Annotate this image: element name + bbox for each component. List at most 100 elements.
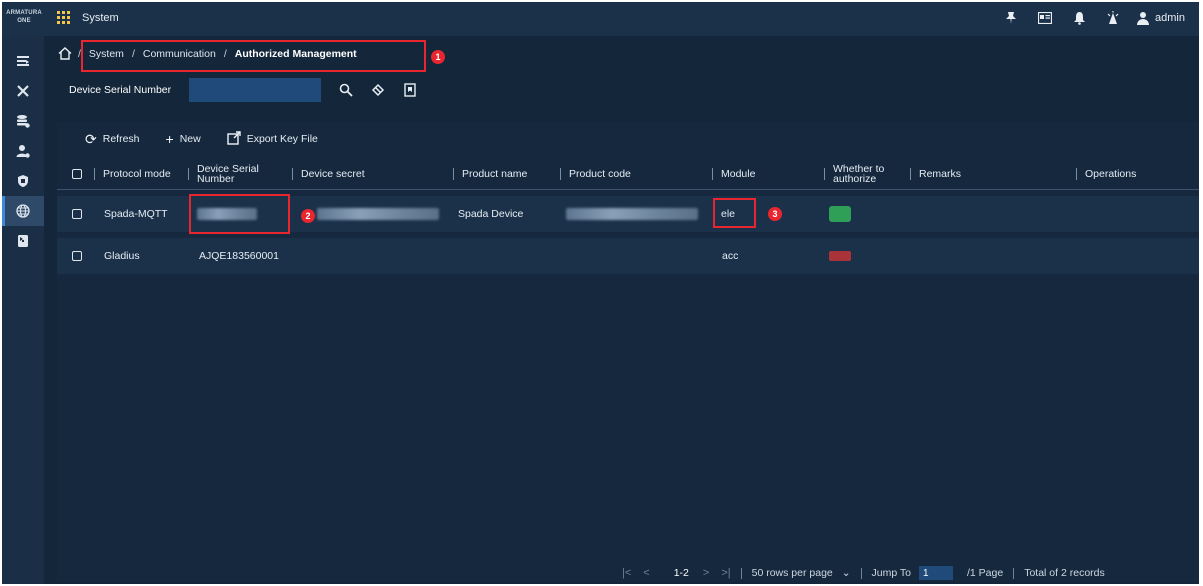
column-module[interactable]: Module xyxy=(712,158,755,190)
column-product-name[interactable]: Product name xyxy=(453,158,527,190)
user-settings-icon xyxy=(16,145,30,158)
annotation-badge-2: 2 xyxy=(301,209,315,223)
column-protocol-mode[interactable]: Protocol mode xyxy=(94,158,171,190)
new-button[interactable]: + New xyxy=(166,131,201,147)
column-operations: Operations xyxy=(1076,158,1136,190)
app-title: System xyxy=(82,12,119,24)
column-label: Module xyxy=(721,168,756,180)
column-device-secret[interactable]: Device secret xyxy=(292,158,365,190)
column-label-line2: authorize xyxy=(833,173,877,185)
cell-device-secret xyxy=(317,196,439,232)
last-page-icon[interactable]: >| xyxy=(721,567,730,579)
bookmark-filter-icon[interactable] xyxy=(401,81,419,99)
id-card-icon[interactable] xyxy=(1037,10,1053,26)
plus-icon: + xyxy=(165,131,174,147)
row-checkbox-cell xyxy=(72,196,82,232)
sidebar-item-security[interactable] xyxy=(2,166,44,196)
rows-per-page-value: 50 rows per page xyxy=(751,567,833,579)
column-label: Remarks xyxy=(919,168,962,180)
device-serial-filter-label: Device Serial Number xyxy=(69,84,172,96)
shield-icon xyxy=(18,175,28,187)
home-icon[interactable] xyxy=(58,47,72,60)
clear-filter-icon[interactable] xyxy=(369,81,387,99)
user-name: admin xyxy=(1155,12,1185,24)
cell-authorize xyxy=(829,196,851,232)
row-checkbox-cell xyxy=(72,238,82,274)
column-label-line2: Number xyxy=(197,173,235,185)
bell-icon[interactable] xyxy=(1071,10,1087,26)
sidebar-item-tools[interactable] xyxy=(2,76,44,106)
column-label: Product code xyxy=(569,168,631,180)
cell-device-serial: AJQE183560001 xyxy=(199,250,279,262)
column-label: Device secret xyxy=(301,168,365,180)
annotation-box-breadcrumb xyxy=(81,40,426,72)
annotation-badge-3: 3 xyxy=(768,207,782,221)
door-icon xyxy=(18,235,28,247)
first-page-icon[interactable]: |< xyxy=(622,567,631,579)
logo-line2: ONE xyxy=(17,18,31,24)
column-label: Operations xyxy=(1085,168,1137,180)
row-checkbox[interactable] xyxy=(72,209,82,219)
select-all-checkbox[interactable] xyxy=(72,169,82,179)
sidebar-item-list[interactable] xyxy=(2,46,44,76)
column-device-serial[interactable]: Device Serial Number xyxy=(188,158,259,190)
pages-label: /1 Page xyxy=(967,567,1004,579)
filter-bar: Device Serial Number xyxy=(57,78,416,102)
redacted-product-code xyxy=(566,208,698,220)
sidebar-item-communication[interactable] xyxy=(2,196,44,226)
column-whether-to-authorize[interactable]: Whether to authorize xyxy=(824,158,884,190)
column-label: Device Serial Number xyxy=(197,164,259,185)
total-records-label: Total of 2 records xyxy=(1024,567,1105,579)
page-range: 1-2 xyxy=(673,567,689,579)
table-header: Protocol mode Device Serial Number Devic… xyxy=(57,158,1199,190)
rows-per-page-select[interactable]: 50 rows per page ⌄ xyxy=(752,567,851,579)
cell-authorize xyxy=(829,238,851,274)
logo-line1: ARMATURA xyxy=(6,10,42,16)
cell-protocol-mode: Gladius xyxy=(104,250,140,262)
column-product-code[interactable]: Product code xyxy=(560,158,631,190)
sidebar-item-personnel[interactable] xyxy=(2,136,44,166)
cell-protocol-mode: Spada-MQTT xyxy=(104,208,168,220)
export-icon xyxy=(227,130,241,148)
app-grid-icon[interactable] xyxy=(57,11,71,25)
redacted-secret xyxy=(317,208,439,220)
refresh-icon: ⟳ xyxy=(85,130,97,147)
authorize-toggle-on[interactable] xyxy=(829,206,851,222)
list-icon xyxy=(17,56,29,66)
select-all-checkbox-cell xyxy=(72,158,82,190)
table-panel: ⟳ Refresh + New Export Key File Protocol… xyxy=(57,122,1199,582)
user-icon xyxy=(1137,11,1150,25)
next-page-icon[interactable]: > xyxy=(703,567,709,579)
tools-icon xyxy=(17,85,29,97)
sidebar-item-database[interactable] xyxy=(2,106,44,136)
alarm-tower-icon[interactable] xyxy=(1105,10,1121,26)
pagination: |< < 1-2 > >| 50 rows per page ⌄ Jump To… xyxy=(622,565,1105,581)
prev-page-icon[interactable]: < xyxy=(643,567,649,579)
cell-product-name: Spada Device xyxy=(458,208,524,220)
export-label: Export Key File xyxy=(246,133,318,145)
column-remarks[interactable]: Remarks xyxy=(910,158,961,190)
jump-to-page-input[interactable] xyxy=(919,566,953,580)
logo[interactable]: ARMATURA ONE xyxy=(4,9,44,29)
annotation-box-serial xyxy=(189,194,290,234)
row-checkbox[interactable] xyxy=(72,251,82,261)
jump-to-label: Jump To xyxy=(871,567,912,579)
refresh-button[interactable]: ⟳ Refresh xyxy=(85,131,140,148)
refresh-label: Refresh xyxy=(102,133,140,145)
user-menu[interactable]: admin xyxy=(1137,11,1185,25)
search-icon[interactable] xyxy=(337,81,355,99)
header-actions: admin xyxy=(985,10,1185,26)
annotation-box-module xyxy=(713,198,756,228)
authorize-toggle-off[interactable] xyxy=(829,251,851,261)
column-label: Whether to authorize xyxy=(833,164,884,185)
cell-product-code xyxy=(566,196,698,232)
table-row[interactable]: Gladius AJQE183560001 acc xyxy=(57,238,1199,274)
sidebar-item-access[interactable] xyxy=(2,226,44,256)
top-bar: ARMATURA ONE System admin xyxy=(2,2,1199,36)
pin-icon[interactable] xyxy=(1003,10,1019,26)
globe-icon xyxy=(16,204,30,218)
device-serial-filter-input[interactable] xyxy=(189,78,321,102)
cell-module: acc xyxy=(722,250,739,262)
new-label: New xyxy=(179,133,201,145)
export-key-file-button[interactable]: Export Key File xyxy=(227,130,318,148)
